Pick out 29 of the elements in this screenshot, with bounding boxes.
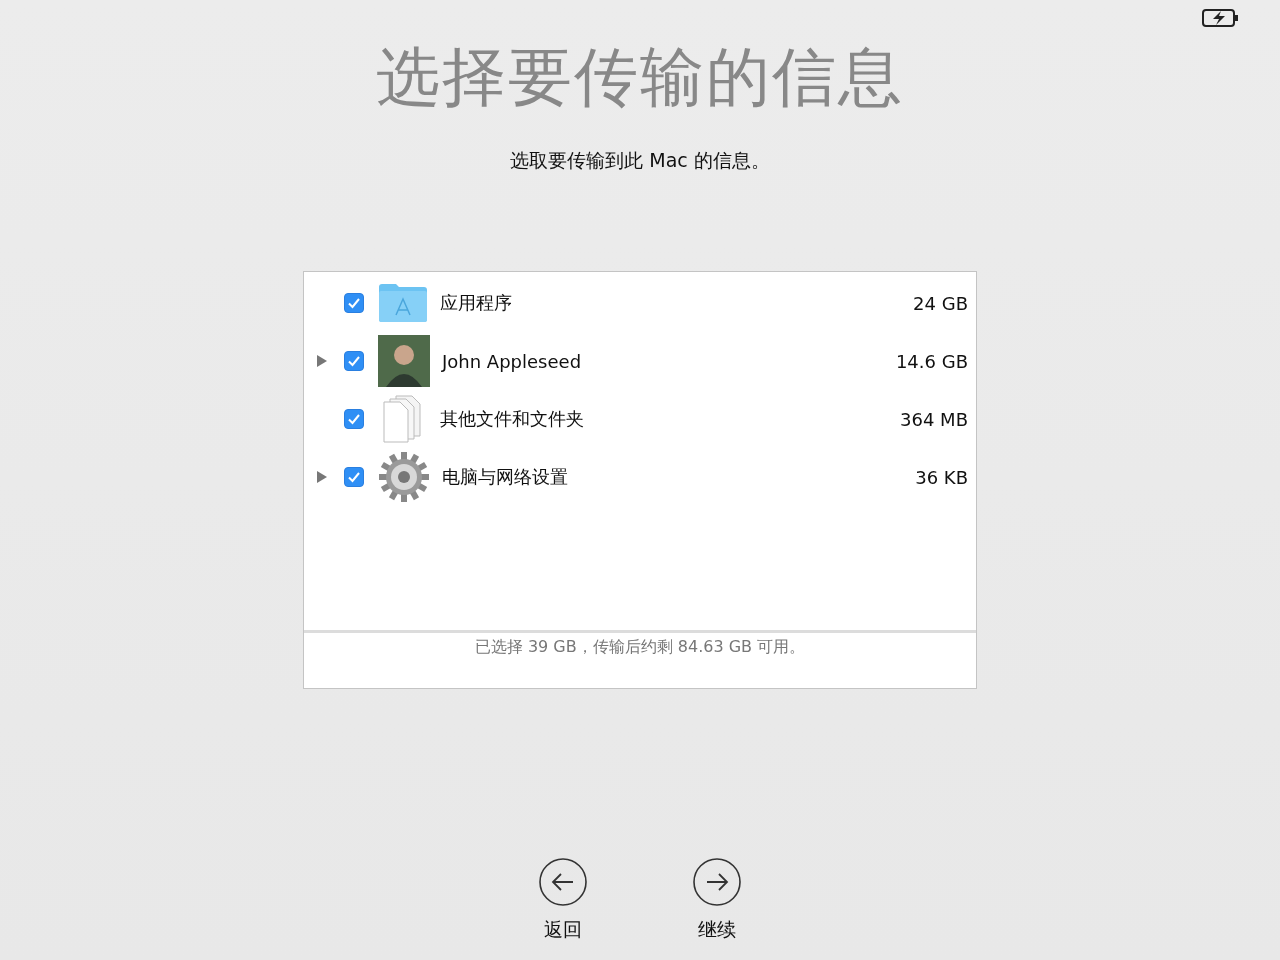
- checkbox[interactable]: [344, 467, 364, 487]
- checkmark-icon: [347, 412, 361, 426]
- item-size: 24 GB: [913, 292, 968, 314]
- item-label: 其他文件和文件夹: [440, 407, 585, 431]
- avatar-silhouette-icon: [378, 335, 430, 387]
- right-arrow-circle-icon: [692, 857, 742, 907]
- checkmark-icon: [347, 296, 361, 310]
- subtitle: 选取要传输到此 Mac 的信息。: [510, 148, 770, 173]
- item-label: John Appleseed: [442, 350, 583, 372]
- nav-button[interactable]: 返回: [537, 857, 589, 943]
- disclosure-triangle-icon[interactable]: [316, 470, 328, 484]
- nav-button[interactable]: 继续: [691, 857, 743, 943]
- checkbox[interactable]: [344, 293, 364, 313]
- checkmark-icon: [347, 470, 361, 484]
- disclosure-triangle-icon[interactable]: [316, 354, 328, 368]
- battery-charging-icon: [1202, 8, 1240, 28]
- item-size: 364 MB: [900, 408, 968, 430]
- left-arrow-circle-icon: [538, 857, 588, 907]
- summary-text: 已选择 39 GB，传输后约剩 84.63 GB 可用。: [473, 637, 807, 658]
- checkbox[interactable]: [344, 409, 364, 429]
- item-size: 36 KB: [915, 466, 968, 488]
- item-label: 电脑与网络设置: [442, 465, 569, 489]
- item-label: 应用程序: [440, 291, 513, 315]
- page-title: 选择要传输的信息: [376, 39, 904, 116]
- item-size: 14.6 GB: [895, 350, 968, 372]
- checkbox[interactable]: [344, 351, 364, 371]
- folder-icon: [378, 283, 428, 323]
- gear-icon: [378, 451, 430, 503]
- checkmark-icon: [347, 354, 361, 368]
